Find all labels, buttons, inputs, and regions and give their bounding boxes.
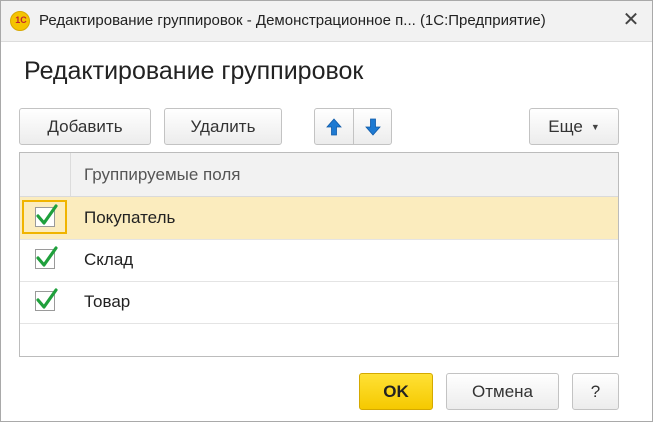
delete-button[interactable]: Удалить [164, 108, 282, 145]
move-up-button[interactable] [315, 109, 354, 144]
table-header: Группируемые поля [20, 153, 618, 197]
close-icon: ✕ [622, 9, 640, 31]
row-checkbox[interactable] [35, 288, 58, 311]
form-title: Редактирование группировок [24, 57, 364, 85]
arrow-up-icon [326, 118, 342, 136]
checkmark-icon [36, 246, 58, 267]
arrow-down-icon [365, 118, 381, 136]
ok-button[interactable]: OK [359, 373, 433, 410]
more-label: Еще [548, 117, 583, 136]
chevron-down-icon: ▼ [590, 122, 600, 133]
row-label: Покупатель [84, 208, 176, 227]
row-checkbox[interactable] [35, 204, 58, 227]
move-buttons-group [314, 108, 392, 145]
row-checkbox[interactable] [35, 246, 58, 269]
more-menu-button[interactable]: Еще ▼ [529, 108, 619, 145]
add-button[interactable]: Добавить [19, 108, 151, 145]
table-row[interactable]: Склад [20, 239, 618, 282]
table-row[interactable]: Товар [20, 281, 618, 324]
row-label: Товар [84, 292, 131, 311]
checkmark-icon [36, 288, 58, 309]
checkbox-column-header [20, 153, 71, 196]
help-button[interactable]: ? [572, 373, 619, 410]
1c-logo-icon: 1С [10, 11, 30, 31]
table-row[interactable]: Покупатель [20, 197, 618, 240]
row-label: Склад [84, 250, 134, 269]
checkmark-icon [36, 204, 58, 225]
grouping-fields-table: Группируемые поля Покупатель Склад Товар [19, 152, 619, 357]
move-down-button[interactable] [354, 109, 392, 144]
title-bar: 1С Редактирование группировок - Демонстр… [1, 1, 652, 42]
logo-text: 1С [15, 15, 27, 25]
dialog-window: 1С Редактирование группировок - Демонстр… [0, 0, 653, 422]
column-header-fields: Группируемые поля [84, 165, 241, 184]
cancel-button[interactable]: Отмена [446, 373, 559, 410]
window-title: Редактирование группировок - Демонстраци… [39, 12, 546, 29]
close-button[interactable]: ✕ [617, 6, 645, 34]
